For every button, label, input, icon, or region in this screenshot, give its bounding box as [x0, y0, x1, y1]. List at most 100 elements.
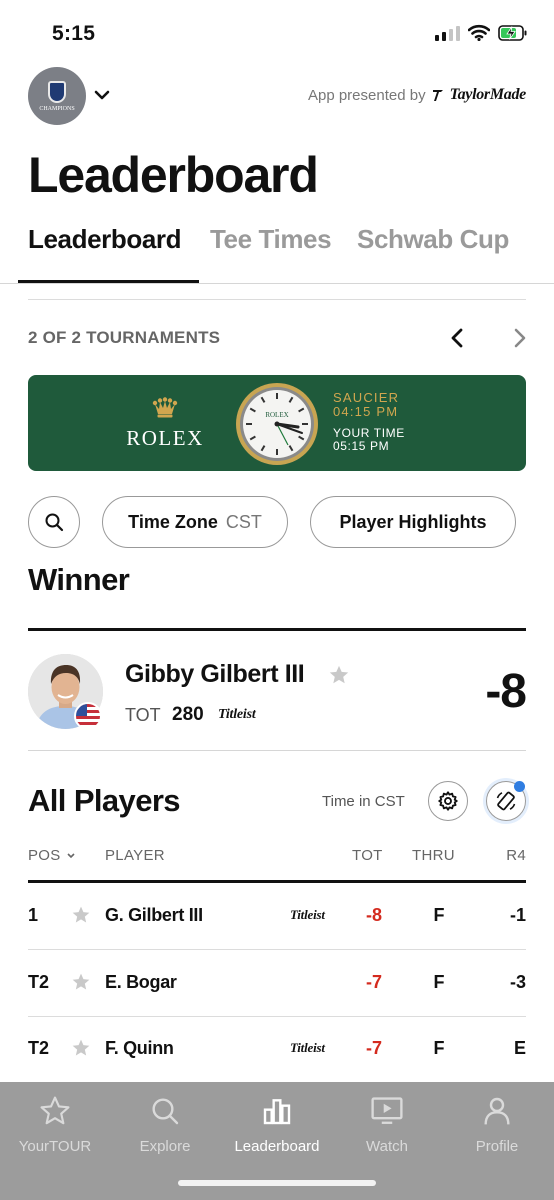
thru-column-header[interactable]: THRU [412, 847, 455, 864]
row-total: -7 [365, 1038, 382, 1058]
table-row[interactable]: 1 G. Gilbert III Titleist -8 F -1 [0, 883, 554, 950]
tab-watch-label: Watch [366, 1138, 408, 1155]
row-thru: F [433, 972, 445, 992]
rolex-your-time: YOUR TIME 05:15 PM [333, 427, 405, 453]
chevron-right-icon[interactable] [510, 326, 530, 350]
status-time: 5:15 [52, 22, 96, 45]
tot-column-header[interactable]: TOT [352, 847, 383, 864]
row-player-name: G. Gilbert III [105, 905, 203, 925]
table-row[interactable]: T2 F. Quinn Titleist -7 F E [0, 1016, 554, 1083]
status-bar: 5:15 [0, 0, 554, 70]
tab-profile[interactable]: Profile [442, 1092, 552, 1155]
home-indicator[interactable] [178, 1180, 376, 1186]
row-r4: -1 [509, 905, 526, 925]
rolex-location-time: 04:15 PM [333, 404, 399, 419]
chevron-down-icon[interactable] [92, 85, 112, 105]
row-thru: F [433, 905, 445, 925]
time-zone-note: Time in CST [322, 793, 405, 810]
all-players-heading: All Players [28, 783, 181, 818]
cellular-signal-icon [435, 25, 460, 41]
row-player-name: E. Bogar [105, 972, 177, 992]
winner-tot-label: TOT [125, 705, 161, 725]
rotate-device-icon [496, 791, 516, 811]
winner-rule [28, 628, 526, 631]
pos-header-label: POS [28, 847, 61, 864]
chevron-left-icon[interactable] [448, 326, 468, 350]
rolex-clock-banner[interactable]: ROLEX ROLEX SAUCIER 04:15 PM YOUR TIME 0… [28, 375, 526, 471]
time-zone-label: Time Zone [128, 511, 218, 532]
page-title: Leaderboard [28, 147, 319, 203]
tab-yourtour-label: YourTOUR [18, 1138, 92, 1155]
sponsor-logo: TaylorMade [449, 86, 527, 103]
row-thru: F [433, 1038, 445, 1058]
player-highlights-label: Player Highlights [339, 511, 487, 532]
row-r4: -3 [509, 972, 526, 992]
tab-profile-label: Profile [475, 1138, 519, 1155]
table-row[interactable]: T2 E. Bogar -7 F -3 [0, 950, 554, 1017]
search-icon [45, 513, 64, 532]
rolex-location-name: SAUCIER [333, 390, 400, 405]
tab-leaderboard[interactable]: Leaderboard [28, 224, 181, 255]
time-zone-button[interactable]: Time Zone CST [102, 496, 288, 548]
sponsor-banner: App presented by TaylorMade [308, 86, 526, 104]
tab-yourtour[interactable]: YourTOUR [0, 1092, 110, 1155]
clock-dial-brand: ROLEX [265, 411, 288, 419]
tab-tee-times[interactable]: Tee Times [210, 224, 332, 255]
pga-tour-shield-icon [48, 80, 66, 103]
battery-charging-icon [498, 24, 527, 41]
favorite-star-icon[interactable] [328, 664, 350, 686]
clock-icon: ROLEX [236, 383, 318, 465]
tab-schwab-cup[interactable]: Schwab Cup [357, 224, 509, 255]
sort-chevron-icon [67, 852, 75, 858]
tab-watch[interactable]: Watch [332, 1092, 442, 1155]
row-total: -7 [365, 972, 382, 992]
row-position: 1 [28, 905, 39, 925]
row-player-name: F. Quinn [105, 1038, 174, 1058]
search-icon [152, 1098, 179, 1125]
favorite-star-icon[interactable] [71, 972, 91, 992]
tournament-count: 2 OF 2 TOURNAMENTS [28, 328, 221, 347]
your-time-value: 05:15 PM [333, 439, 390, 453]
tabs-divider [0, 283, 554, 284]
tab-explore-label: Explore [139, 1138, 191, 1155]
star-icon [40, 1096, 70, 1125]
row-equipment-logo: Titleist [290, 907, 325, 922]
row-position: T2 [28, 972, 50, 992]
settings-button[interactable] [428, 781, 468, 821]
gear-icon [438, 791, 458, 811]
favorite-star-icon[interactable] [71, 1038, 91, 1058]
tab-explore[interactable]: Explore [110, 1092, 220, 1155]
r4-column-header[interactable]: R4 [506, 847, 526, 864]
taylormade-t-icon [432, 90, 443, 101]
usa-flag-icon [74, 702, 102, 730]
tab-leaderboard-label: Leaderboard [234, 1138, 320, 1155]
watch-icon [371, 1097, 403, 1124]
tour-logo-button[interactable]: CHAMPIONS [28, 67, 86, 125]
winner-equipment-logo: Titleist [218, 707, 256, 722]
leaderboard-icon [263, 1099, 291, 1125]
winner-name[interactable]: Gibby Gilbert III [125, 660, 305, 689]
rolex-wordmark: ROLEX [126, 426, 204, 450]
crown-icon [152, 397, 178, 418]
winner-heading: Winner [28, 562, 130, 597]
row-position: T2 [28, 1038, 50, 1058]
presented-by-label: App presented by [307, 86, 426, 104]
divider [28, 299, 526, 300]
winner-tot-value: 280 [172, 704, 204, 725]
winner-score: -8 [485, 665, 527, 718]
search-button[interactable] [28, 496, 80, 548]
player-highlights-button[interactable]: Player Highlights [310, 496, 516, 548]
winner-divider [28, 750, 526, 751]
favorite-star-icon[interactable] [71, 905, 91, 925]
row-total: -8 [365, 905, 382, 925]
status-icons [435, 24, 528, 41]
player-column-header[interactable]: PLAYER [105, 847, 165, 864]
tab-bar-top: Leaderboard Tee Times Schwab Cup [0, 220, 554, 284]
tab-leaderboard-nav[interactable]: Leaderboard [222, 1092, 332, 1155]
wifi-icon [468, 24, 490, 41]
pos-column-header[interactable]: POS [28, 847, 76, 864]
rolex-location: SAUCIER 04:15 PM [333, 391, 399, 419]
row-equipment-logo: Titleist [290, 1040, 325, 1055]
row-r4: E [513, 1038, 526, 1058]
rolex-logo: ROLEX [120, 397, 210, 451]
